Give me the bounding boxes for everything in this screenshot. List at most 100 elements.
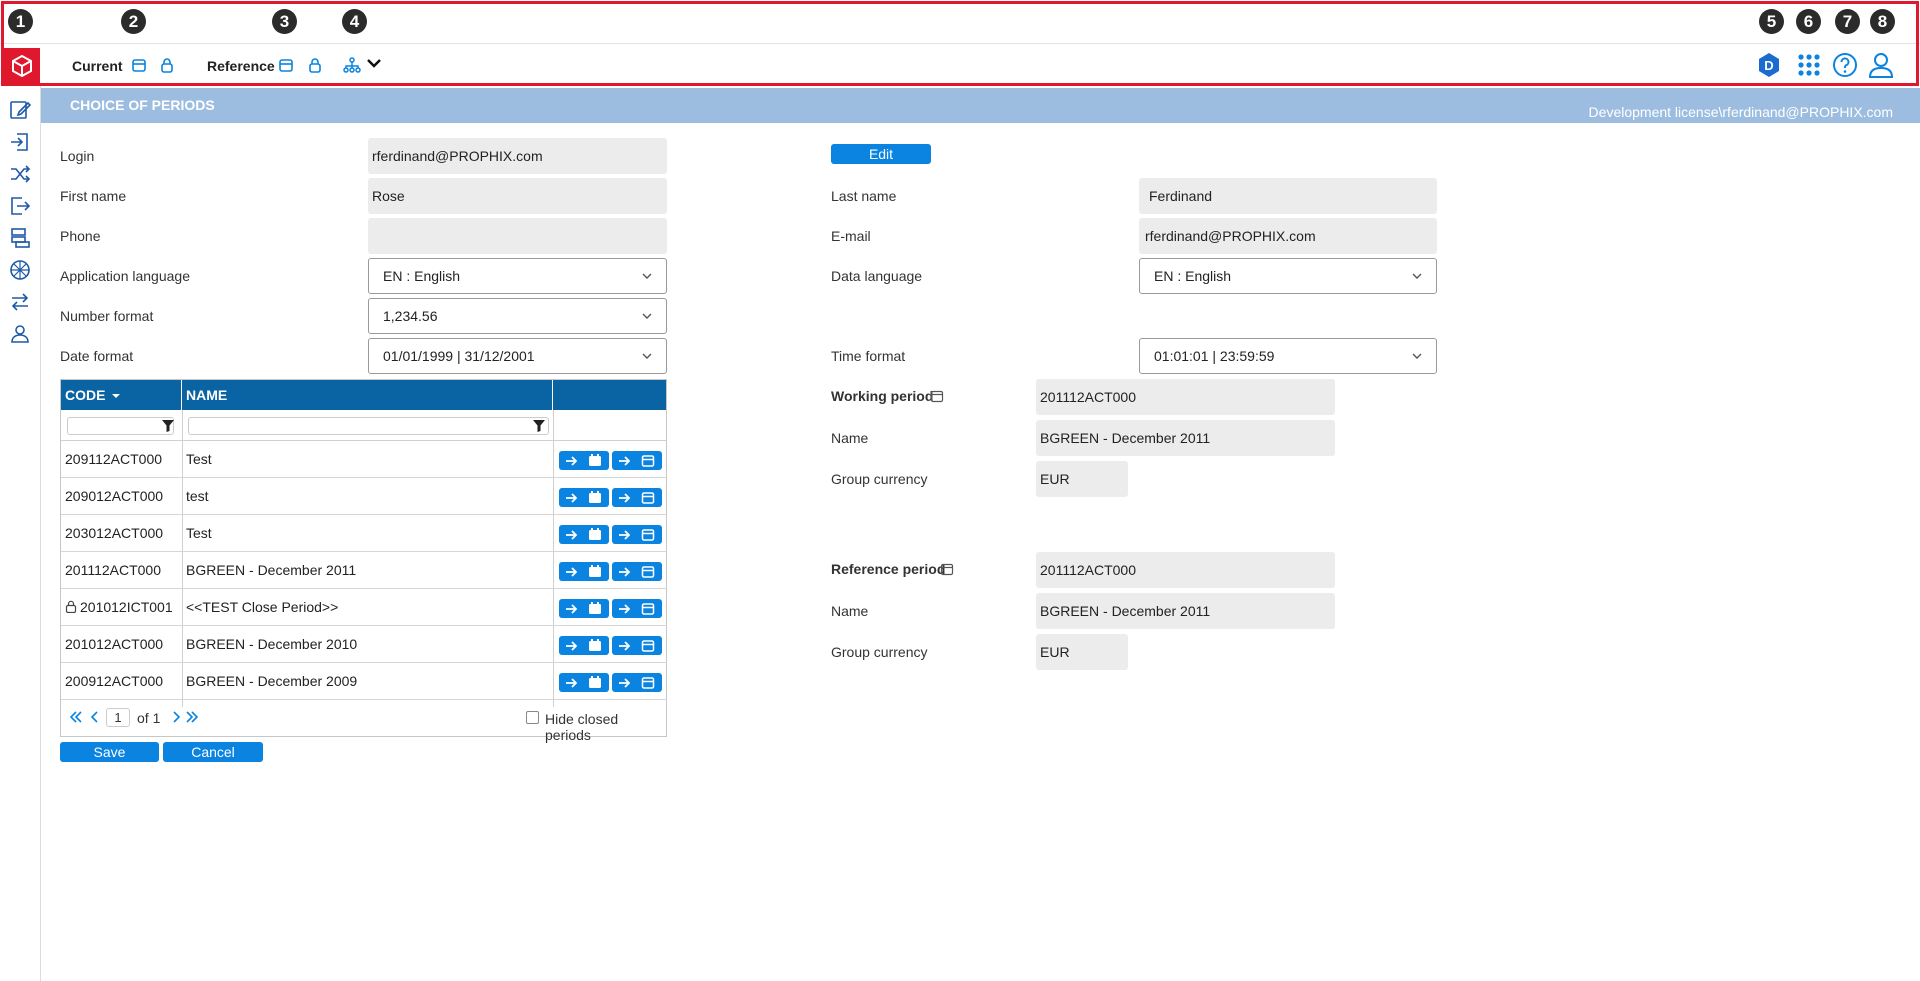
date-format-label: Date format (60, 348, 134, 364)
help-icon[interactable] (1830, 50, 1860, 80)
reference-calendar-icon[interactable] (277, 56, 295, 74)
set-working-period-button[interactable] (559, 488, 609, 507)
period-code: 209112ACT000 (65, 441, 162, 477)
page-title: CHOICE OF PERIODS (70, 97, 215, 113)
working-currency-field: EUR (1036, 461, 1128, 497)
callout-7: 7 (1835, 9, 1860, 34)
arrow-right-icon (566, 493, 578, 503)
data-language-select[interactable]: EN : English (1139, 258, 1437, 294)
apps-grid-icon[interactable] (1794, 50, 1824, 80)
prev-page-icon[interactable] (88, 710, 102, 724)
period-code-text: 209012ACT000 (65, 488, 164, 504)
set-working-period-button[interactable] (559, 562, 609, 581)
period-name: BGREEN - December 2011 (186, 562, 357, 578)
set-working-period-button[interactable] (559, 636, 609, 655)
app-language-select[interactable]: EN : English (368, 258, 667, 294)
cancel-button[interactable]: Cancel (163, 742, 263, 762)
arrow-right-icon (619, 456, 631, 466)
next-page-icon[interactable] (169, 710, 183, 724)
consolidation-icon[interactable] (9, 259, 31, 281)
org-hierarchy-icon[interactable] (343, 56, 361, 74)
calendar-outline-icon (641, 455, 655, 467)
arrow-right-icon (566, 678, 578, 688)
arrow-right-icon (619, 530, 631, 540)
period-code: 201012ACT000 (65, 626, 163, 662)
period-code-text: 201112ACT000 (65, 562, 161, 578)
callout-3: 3 (272, 9, 297, 34)
edit-entry-icon[interactable] (9, 99, 31, 121)
transfer-icon[interactable] (9, 291, 31, 313)
number-format-select[interactable]: 1,234.56 (368, 298, 667, 334)
reference-lock-icon[interactable] (306, 56, 324, 74)
table-row[interactable]: 201012ICT001 <<TEST Close Period>> (61, 589, 666, 626)
current-calendar-icon[interactable] (130, 56, 148, 74)
table-row[interactable]: 209012ACT000 test (61, 478, 666, 515)
filter-icon[interactable] (161, 419, 175, 433)
set-reference-period-button[interactable] (612, 562, 662, 581)
filter-row (61, 410, 666, 441)
set-reference-period-button[interactable] (612, 488, 662, 507)
app-logo-icon[interactable] (4, 48, 40, 84)
data-language-value: EN : English (1154, 268, 1232, 284)
shuffle-icon[interactable] (9, 163, 31, 185)
hide-closed-label: Hide closed periods (545, 711, 619, 743)
callout-1: 1 (8, 9, 33, 34)
set-reference-period-button[interactable] (612, 673, 662, 692)
import-icon[interactable] (9, 131, 31, 153)
date-format-value: 01/01/1999 | 31/12/2001 (383, 348, 535, 364)
date-format-select[interactable]: 01/01/1999 | 31/12/2001 (368, 338, 667, 374)
lock-icon (65, 600, 77, 614)
d-badge-icon[interactable]: D (1754, 50, 1784, 80)
export-icon[interactable] (9, 195, 31, 217)
code-filter-input[interactable] (67, 417, 174, 435)
set-reference-period-button[interactable] (612, 451, 662, 470)
table-row[interactable]: 200912ACT000 BGREEN - December 2009 (61, 663, 666, 700)
calendar-outline-icon (641, 640, 655, 652)
periods-table: CODE NAME 209112ACT000 Test 209012ACT000 te… (60, 379, 667, 743)
last-page-icon[interactable] (185, 710, 199, 724)
time-format-label: Time format (831, 348, 906, 364)
calendar-filled-icon (589, 528, 601, 540)
set-working-period-button[interactable] (559, 673, 609, 692)
working-period-field: 201112ACT000 (1036, 379, 1335, 415)
table-row[interactable]: 201012ACT000 BGREEN - December 2010 (61, 626, 666, 663)
user-profile-icon[interactable] (1866, 50, 1896, 80)
table-row[interactable]: 203012ACT000 Test (61, 515, 666, 552)
callout-row: 1 2 3 4 5 6 7 8 (0, 0, 1920, 43)
app-language-label: Application language (60, 268, 190, 284)
reports-icon[interactable] (9, 227, 31, 249)
table-row[interactable]: 209112ACT000 Test (61, 441, 666, 478)
edit-button[interactable]: Edit (831, 144, 931, 164)
save-button[interactable]: Save (60, 742, 159, 762)
time-format-select[interactable]: 01:01:01 | 23:59:59 (1139, 338, 1437, 374)
set-reference-period-button[interactable] (612, 525, 662, 544)
period-code: 203012ACT000 (65, 515, 163, 551)
reference-period-calendar-icon[interactable] (940, 562, 954, 576)
users-admin-icon[interactable] (9, 323, 31, 345)
col-name-header[interactable]: NAME (182, 380, 553, 410)
phone-label: Phone (60, 228, 101, 244)
sort-desc-icon (112, 394, 121, 398)
period-name: BGREEN - December 2010 (186, 636, 358, 652)
calendar-filled-icon (589, 565, 601, 577)
working-period-calendar-icon[interactable] (930, 389, 944, 403)
reference-currency-label: Group currency (831, 644, 928, 660)
name-filter-input[interactable] (188, 417, 549, 435)
set-working-period-button[interactable] (559, 599, 609, 618)
hide-closed-checkbox[interactable] (526, 711, 539, 724)
reference-label: Reference (207, 58, 275, 74)
set-reference-period-button[interactable] (612, 599, 662, 618)
calendar-outline-icon (641, 603, 655, 615)
set-reference-period-button[interactable] (612, 636, 662, 655)
col-code-header[interactable]: CODE (61, 380, 182, 410)
set-working-period-button[interactable] (559, 451, 609, 470)
set-working-period-button[interactable] (559, 525, 609, 544)
calendar-filled-icon (589, 676, 601, 688)
current-lock-icon[interactable] (158, 56, 176, 74)
svg-text:D: D (1764, 58, 1773, 73)
filter-icon[interactable] (532, 419, 546, 433)
page-number-input[interactable]: 1 (106, 708, 130, 727)
chevron-down-icon[interactable] (365, 54, 383, 72)
first-page-icon[interactable] (69, 710, 83, 724)
table-row[interactable]: 201112ACT000 BGREEN - December 2011 (61, 552, 666, 589)
